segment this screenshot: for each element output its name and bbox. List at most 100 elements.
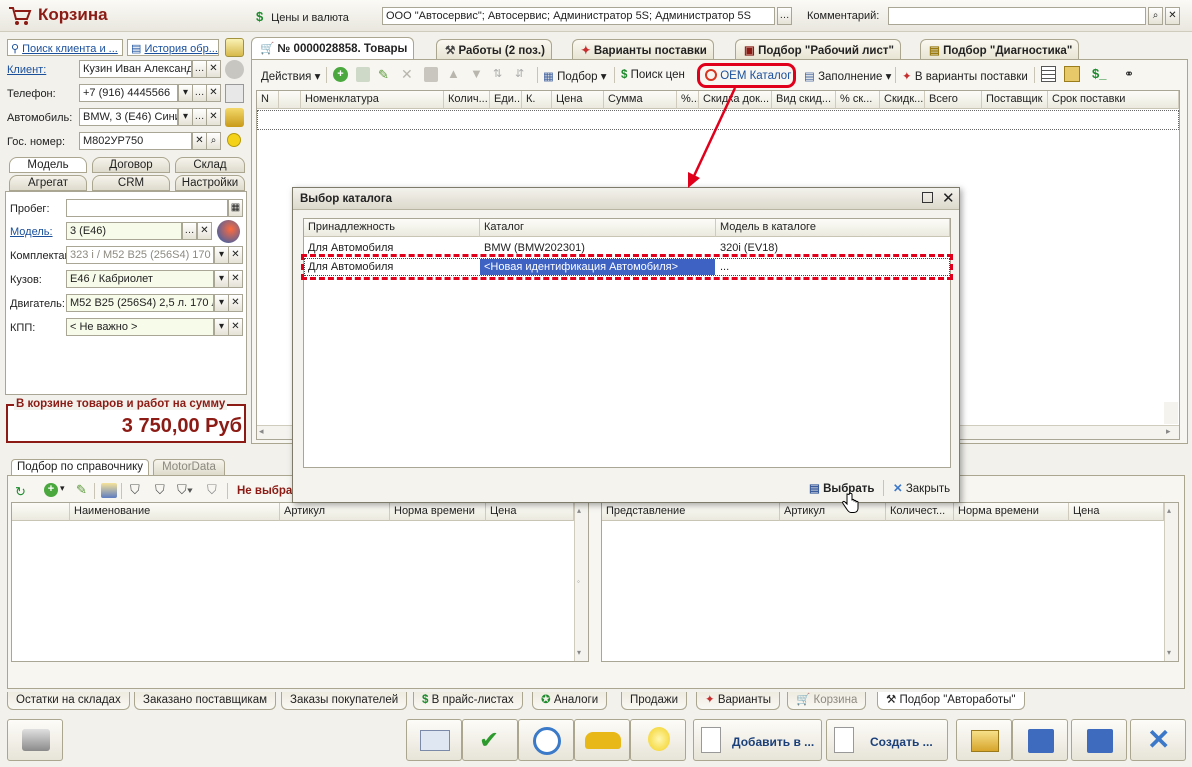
phone-icon[interactable] xyxy=(225,84,244,103)
phone-clear-icon[interactable]: ✕ xyxy=(206,84,221,102)
col-article[interactable]: Артикул xyxy=(280,503,390,521)
search-icon[interactable]: ⌕ xyxy=(1148,7,1163,25)
client-field[interactable]: Кузин Иван Александ xyxy=(79,60,192,78)
dialog-close-icon[interactable]: ✕ xyxy=(942,189,955,207)
col-norm-time[interactable]: Норма времени xyxy=(390,503,486,521)
phone-field[interactable]: +7 (916) 4445566 xyxy=(79,84,178,102)
scroll-right-icon[interactable]: ▸ xyxy=(1166,426,1171,437)
body-clear-icon[interactable]: ✕ xyxy=(228,270,243,288)
tab-customer-orders[interactable]: Заказы покупателей xyxy=(281,692,408,710)
body-field[interactable]: E46 / Кабриолет xyxy=(66,270,214,288)
to-variants-button[interactable]: ✦ В варианты поставки xyxy=(902,69,1028,83)
comment-field[interactable] xyxy=(888,7,1146,25)
car-button[interactable] xyxy=(574,719,630,761)
col-nomenclature[interactable]: Номенклатура xyxy=(301,91,444,109)
gearbox-clear-icon[interactable]: ✕ xyxy=(228,318,243,336)
kit-field[interactable]: 323 i / M52 B25 (256S4) 170 л xyxy=(66,246,214,264)
filter-icon[interactable]: ⛉ xyxy=(130,482,140,498)
col-sum[interactable]: Сумма xyxy=(604,91,677,109)
card-button[interactable] xyxy=(406,719,462,761)
edit-icon[interactable]: ✎ xyxy=(378,67,389,83)
mileage-field[interactable] xyxy=(66,199,228,217)
print-button[interactable] xyxy=(7,719,63,761)
tab-autoworks-pick[interactable]: ⚒ Подбор "Авторaботы" xyxy=(877,692,1025,710)
goods-vertical-scrollbar[interactable] xyxy=(1164,402,1178,424)
col-flag[interactable] xyxy=(279,91,301,109)
filter-list-icon[interactable]: ⛉ xyxy=(155,482,165,498)
col-discount-type[interactable]: Вид скид... xyxy=(772,91,836,109)
schedule-button[interactable] xyxy=(518,719,574,761)
copy-icon[interactable] xyxy=(356,67,370,82)
prices-link[interactable]: $ Цены и валюта xyxy=(256,9,349,24)
tab-price-lists[interactable]: $ В прайс-листах xyxy=(413,692,523,710)
col-norm-time[interactable]: Норма времени xyxy=(954,503,1069,521)
dropdown-arrow-icon[interactable]: ▾ xyxy=(60,483,65,494)
organization-select-button[interactable]: … xyxy=(777,7,792,25)
tab-model[interactable]: Модель xyxy=(9,157,87,173)
kit-dropdown-icon[interactable]: ▾ xyxy=(214,246,229,264)
col-quantity[interactable]: Колич... xyxy=(444,91,490,109)
col-percent[interactable]: %... xyxy=(677,91,699,109)
dollar-minus-icon[interactable]: $_ xyxy=(1092,66,1106,81)
folder-icon[interactable] xyxy=(225,38,244,57)
history-button[interactable]: ▤ История обр... xyxy=(127,39,219,56)
tab-ordered-suppliers[interactable]: Заказано поставщикам xyxy=(134,692,276,710)
plate-clear-icon[interactable]: ✕ xyxy=(192,132,207,150)
model-field[interactable]: 3 (E46) xyxy=(66,222,182,240)
pick-menu[interactable]: ▦ Подбор ▾ xyxy=(543,69,607,83)
col-representation[interactable]: Представление xyxy=(602,503,780,521)
car-card-icon[interactable] xyxy=(225,108,244,127)
person-search-icon[interactable] xyxy=(225,60,244,79)
move-down-icon[interactable]: ▼ xyxy=(470,66,483,81)
close-button[interactable]: ✕ xyxy=(1130,719,1186,761)
actions-menu[interactable]: Действия ▾ xyxy=(261,69,320,83)
plate-field[interactable]: М802УР750 xyxy=(79,132,192,150)
tab-warehouse[interactable]: Склад xyxy=(175,157,245,173)
add-icon[interactable]: + xyxy=(44,483,58,497)
col-article[interactable]: Артикул xyxy=(780,503,886,521)
tab-cart[interactable]: 🛒 Корзина xyxy=(787,692,867,710)
fill-menu[interactable]: ▤ Заполнение ▾ xyxy=(804,69,891,83)
dialog-col-belonging[interactable]: Принадлежность xyxy=(304,219,480,237)
scroll-down-icon[interactable]: ▾ xyxy=(577,648,581,657)
add-to-button[interactable]: Добавить в ... xyxy=(693,719,822,761)
tab-worksheet-pick[interactable]: ▣ Подбор "Рабочий лист" xyxy=(735,39,901,60)
tab-goods[interactable]: 🛒 № 0000028858. Товары xyxy=(251,37,415,60)
engine-clear-icon[interactable]: ✕ xyxy=(228,294,243,312)
goods-empty-row[interactable] xyxy=(257,110,1179,130)
tab-crm[interactable]: CRM xyxy=(92,175,170,191)
gearbox-field[interactable]: < Не важно > xyxy=(66,318,214,336)
scroll-up-icon[interactable]: ▴ xyxy=(577,506,581,515)
post-icon[interactable] xyxy=(424,67,438,82)
kit-clear-icon[interactable]: ✕ xyxy=(228,246,243,264)
save-and-exit-button[interactable] xyxy=(1012,719,1068,761)
binoculars-icon[interactable]: ⚭ xyxy=(1124,67,1134,81)
hint-button[interactable] xyxy=(630,719,686,761)
filter-menu-icon[interactable]: ⛉▾ xyxy=(177,482,193,498)
bulb-icon[interactable] xyxy=(227,133,241,147)
tab-variants[interactable]: ✦ Варианты xyxy=(696,692,781,710)
col-discount[interactable]: Скидк... xyxy=(880,91,925,109)
scroll-up-icon[interactable]: ▴ xyxy=(1167,506,1171,515)
dialog-col-catalog[interactable]: Каталог xyxy=(480,219,716,237)
organization-field[interactable]: ООО "Автосервис"; Автосервис; Администра… xyxy=(382,7,775,25)
create-button[interactable]: Создать ... xyxy=(826,719,948,761)
scroll-middle-icon[interactable]: ◦ xyxy=(577,577,580,586)
model-clear-icon[interactable]: ✕ xyxy=(197,222,212,240)
tab-contract[interactable]: Договор xyxy=(92,157,170,173)
selected-items-vertical-scrollbar[interactable] xyxy=(1164,503,1178,661)
plate-search-icon[interactable]: ⌕ xyxy=(206,132,221,150)
scroll-down-icon[interactable]: ▾ xyxy=(1167,648,1171,657)
model-label[interactable]: Модель: xyxy=(10,226,53,238)
col-total[interactable]: Всего xyxy=(925,91,982,109)
car-select-button[interactable]: … xyxy=(192,108,207,126)
price-search-button[interactable]: $ Поиск цен xyxy=(621,69,685,81)
engine-dropdown-icon[interactable]: ▾ xyxy=(214,294,229,312)
filter-clear-icon[interactable]: ⛉ xyxy=(207,482,217,498)
copy-docs-icon[interactable] xyxy=(1064,66,1080,82)
tab-stock[interactable]: Остатки на складах xyxy=(7,692,130,710)
engine-field[interactable]: M52 B25 (256S4) 2,5 л. 170 л xyxy=(66,294,214,312)
sort-desc-icon[interactable]: ⇵ xyxy=(515,67,524,80)
col-delivery-term[interactable]: Срок поставки xyxy=(1048,91,1179,109)
refresh-icon[interactable]: ↻ xyxy=(15,484,26,500)
